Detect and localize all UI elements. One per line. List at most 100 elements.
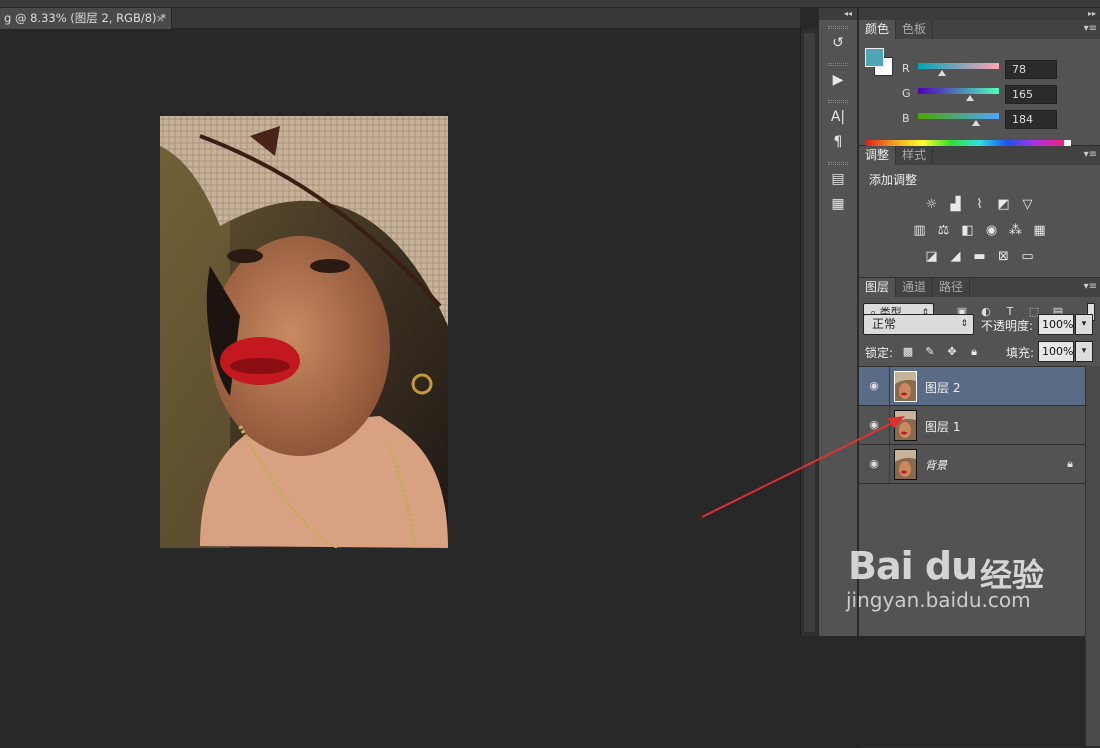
layer-name[interactable]: 图层 2 [925, 379, 960, 396]
layers-panel-tabs: 图层 通道 路径 ▾≡ [859, 278, 1100, 297]
green-slider[interactable] [918, 88, 999, 94]
visibility-eye-icon[interactable]: ◉ [867, 418, 881, 432]
photo-filter-icon[interactable]: ◉ [982, 221, 1001, 240]
updown-icon: ⇕ [960, 319, 968, 329]
application-bar [0, 0, 1100, 8]
black-white-icon[interactable]: ◧ [958, 221, 977, 240]
lock-icon: 🔒︎ [1067, 457, 1073, 470]
red-slider[interactable] [918, 63, 999, 69]
red-value-field[interactable]: 78 [1005, 60, 1057, 79]
fill-label: 填充: [1006, 346, 1035, 360]
canvas-image [160, 116, 448, 548]
fill-dropdown-button[interactable]: ▾ [1075, 341, 1093, 362]
paragraph-styles-icon[interactable]: ▦ [827, 193, 849, 215]
dock-collapse-button[interactable]: ◂◂ [819, 8, 857, 20]
adjustments-panel: 调整 样式 ▾≡ 添加调整 ☼ ▟ ⌇ ◩ ▽ ▥ ⚖ ◧ ◉ ⁂ ▦ ◪ ◢ … [859, 146, 1100, 278]
blue-value-field[interactable]: 184 [1005, 110, 1057, 129]
layer-thumbnail [894, 410, 917, 441]
opacity-dropdown-button[interactable]: ▾ [1075, 314, 1093, 335]
curves-icon[interactable]: ⌇ [970, 195, 989, 214]
panel-dock: ▸▸ 颜色 色板 ▾≡ R 78 G 165 B 184 调整 样式 ▾≡ 添加… [858, 8, 1100, 748]
layer-thumbnail [894, 449, 917, 480]
divider [889, 367, 890, 405]
dock-group-history: ↺ [819, 20, 857, 54]
red-slider-knob[interactable] [938, 70, 946, 76]
layer-name[interactable]: 背景 [925, 457, 947, 473]
levels-icon[interactable]: ▟ [946, 195, 965, 214]
adjustment-row-2: ▥ ⚖ ◧ ◉ ⁂ ▦ [859, 221, 1100, 240]
vibrance-icon[interactable]: ▥ [910, 221, 929, 240]
panel-menu-icon[interactable]: ▾≡ [1084, 146, 1097, 164]
character-icon[interactable]: A| [827, 106, 849, 128]
panel-menu-icon[interactable]: ▾≡ [1084, 20, 1097, 38]
layers-panel: 图层 通道 路径 ▾≡ ⌕ 类型 ⇕ ▣ ◐ T ⬚ ▤ 正常 ⇕ 不透明度: … [859, 278, 1100, 748]
vertical-scrollbar[interactable] [800, 29, 818, 636]
color-lookup-icon[interactable]: ▦ [1030, 221, 1049, 240]
green-value-field[interactable]: 165 [1005, 85, 1057, 104]
close-icon[interactable]: × [156, 8, 165, 29]
posterize-icon[interactable]: ◢ [946, 247, 965, 266]
character-styles-icon[interactable]: ▤ [827, 168, 849, 190]
layer-row-layer-2[interactable]: ◉ 图层 2 [859, 367, 1085, 406]
grip-handle[interactable] [828, 26, 848, 29]
exposure-icon[interactable]: ◩ [994, 195, 1013, 214]
gradient-triangle-icon[interactable]: ▽ [1018, 195, 1037, 214]
foreground-color-swatch[interactable] [865, 48, 884, 67]
lock-transparent-pixels-icon[interactable]: ▩ [901, 345, 915, 359]
blue-slider-knob[interactable] [972, 120, 980, 126]
history-icon[interactable]: ↺ [827, 32, 849, 54]
actions-icon[interactable]: ▶ [827, 69, 849, 91]
layer-row-background[interactable]: ◉ 背景 🔒︎ [859, 445, 1085, 484]
layer-row-layer-1[interactable]: ◉ 图层 1 [859, 406, 1085, 445]
color-balance-icon[interactable]: ⚖ [934, 221, 953, 240]
blue-slider[interactable] [918, 113, 999, 119]
visibility-eye-icon[interactable]: ◉ [867, 379, 881, 393]
layer-thumbnail [894, 371, 917, 402]
gradient-map-icon[interactable]: ▭ [1018, 247, 1037, 266]
lock-position-icon[interactable]: ✥ [945, 345, 959, 359]
blend-mode-value: 正常 [872, 317, 897, 331]
scrollbar-thumb[interactable] [804, 33, 815, 632]
green-slider-knob[interactable] [966, 95, 974, 101]
grip-handle[interactable] [828, 100, 848, 103]
layer-name[interactable]: 图层 1 [925, 418, 960, 435]
selective-color-icon[interactable]: ⊠ [994, 247, 1013, 266]
channel-mixer-icon[interactable]: ⁂ [1006, 221, 1025, 240]
opacity-field[interactable]: 100% [1038, 314, 1074, 335]
tab-layers[interactable]: 图层 [859, 278, 897, 297]
red-channel-label: R [902, 62, 910, 75]
adjustment-row-3: ◪ ◢ ▬ ⊠ ▭ [859, 247, 1100, 266]
fill-field[interactable]: 100% [1038, 341, 1074, 362]
layers-scrollbar[interactable] [1085, 366, 1100, 746]
blend-mode-select[interactable]: 正常 ⇕ [863, 314, 974, 335]
color-panel-tabs: 颜色 色板 ▾≡ [859, 20, 1100, 39]
lock-all-icon[interactable]: 🔒︎ [967, 345, 981, 359]
tab-paths[interactable]: 路径 [933, 278, 971, 297]
brightness-contrast-icon[interactable]: ☼ [922, 195, 941, 214]
green-channel-label: G [902, 87, 911, 100]
grip-handle[interactable] [828, 162, 848, 165]
document-tab[interactable]: g @ 8.33% (图层 2, RGB/8) * × [0, 8, 172, 29]
tab-channels[interactable]: 通道 [896, 278, 934, 297]
visibility-eye-icon[interactable]: ◉ [867, 457, 881, 471]
threshold-icon[interactable]: ▬ [970, 247, 989, 266]
adjustment-row-1: ☼ ▟ ⌇ ◩ ▽ [859, 195, 1100, 214]
collapsed-panel-dock: ◂◂ ↺ ▶ A| ¶ ▤ ▦ [818, 8, 858, 636]
lock-image-pixels-icon[interactable]: ✎ [923, 345, 937, 359]
tab-adjustments[interactable]: 调整 [859, 146, 897, 165]
panel-dock-collapse-button[interactable]: ▸▸ [859, 8, 1100, 20]
opacity-label: 不透明度: [981, 319, 1034, 333]
grip-handle[interactable] [828, 63, 848, 66]
document-tab-title: g @ 8.33% (图层 2, RGB/8) * [4, 11, 166, 25]
color-panel: 颜色 色板 ▾≡ R 78 G 165 B 184 [859, 20, 1100, 156]
invert-icon[interactable]: ◪ [922, 247, 941, 266]
tab-styles[interactable]: 样式 [896, 146, 934, 165]
document-tab-strip [172, 8, 800, 29]
panel-menu-icon[interactable]: ▾≡ [1084, 278, 1097, 296]
add-adjustment-title: 添加调整 [869, 173, 918, 187]
dock-group-actions: ▶ [819, 57, 857, 91]
tab-color[interactable]: 颜色 [859, 20, 897, 39]
divider [889, 445, 890, 483]
paragraph-icon[interactable]: ¶ [827, 131, 849, 153]
tab-swatches[interactable]: 色板 [896, 20, 934, 39]
